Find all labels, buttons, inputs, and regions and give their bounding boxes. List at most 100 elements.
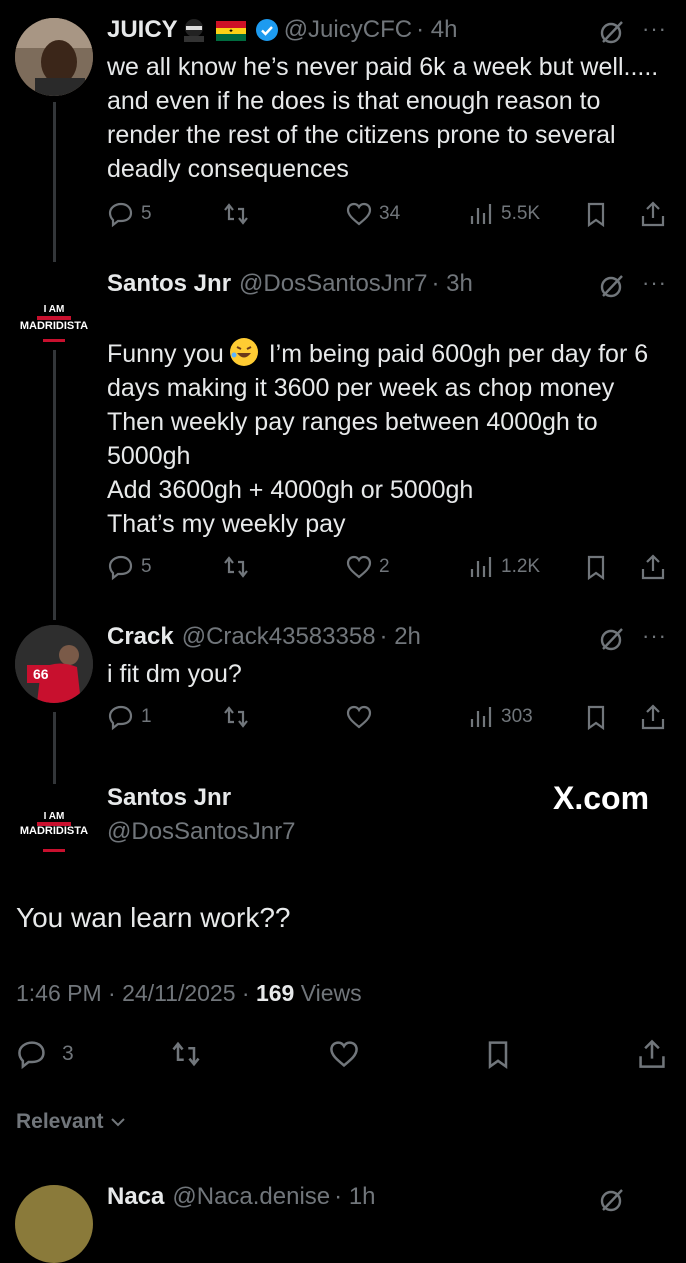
- avatar[interactable]: I AM MADRIDISTA: [15, 787, 93, 865]
- bookmark-icon: [587, 705, 605, 731]
- author-handle[interactable]: @DosSantosJnr7: [239, 270, 427, 298]
- author-handle[interactable]: @Naca.denise: [172, 1183, 330, 1211]
- chevron-down-icon: [110, 1118, 125, 1127]
- share-button[interactable]: [639, 703, 667, 731]
- view-count: 5.5K: [501, 203, 541, 224]
- ghana-flag-icon: [215, 20, 246, 41]
- post-time[interactable]: 1:46 PM: [16, 980, 102, 1006]
- more-options-icon[interactable]: ···: [642, 623, 667, 649]
- repost-icon: [172, 1041, 200, 1067]
- bookmark-button[interactable]: [582, 553, 610, 581]
- avatar-label-bottom: MADRIDISTA: [20, 825, 88, 837]
- sort-label: Relevant: [16, 1110, 104, 1133]
- share-icon: [641, 201, 665, 227]
- reply-button[interactable]: 5: [107, 200, 152, 228]
- share-button[interactable]: [639, 553, 667, 581]
- author-handle[interactable]: @DosSantosJnr7: [107, 818, 295, 846]
- heart-icon: [346, 202, 372, 226]
- view-count: 303: [501, 706, 533, 727]
- views-icon: [470, 204, 492, 224]
- avatar-label-top: I AM: [44, 811, 65, 822]
- views-icon: [470, 557, 492, 577]
- avatar[interactable]: [15, 18, 93, 96]
- like-button[interactable]: [345, 703, 373, 731]
- sort-dropdown[interactable]: Relevant: [16, 1110, 128, 1134]
- reply-button[interactable]: 3: [16, 1038, 74, 1070]
- grok-icon[interactable]: [598, 18, 626, 46]
- author-name[interactable]: Crack: [107, 623, 174, 651]
- views-button[interactable]: 5.5K: [467, 200, 540, 228]
- views-label: Views: [300, 980, 362, 1006]
- reply-count: 3: [62, 1042, 74, 1065]
- heart-icon: [330, 1041, 358, 1068]
- thread-line: [53, 712, 56, 784]
- share-icon: [641, 704, 665, 730]
- author-name[interactable]: Santos Jnr: [107, 270, 231, 298]
- author-name[interactable]: Santos Jnr: [107, 784, 231, 812]
- bookmark-button[interactable]: [482, 1038, 514, 1070]
- reply-count: 5: [141, 203, 152, 224]
- views-button[interactable]: 1.2K: [467, 553, 540, 581]
- repost-button[interactable]: [222, 553, 250, 581]
- post-text-rest: I’m being paid 600gh per day for 6 days …: [107, 340, 649, 538]
- more-options-icon[interactable]: ···: [642, 16, 667, 42]
- post-text-start: Funny you: [107, 340, 224, 368]
- bookmark-button[interactable]: [582, 200, 610, 228]
- post-meta: 1:46 PM · 24/11/2025 · 169 Views: [16, 980, 362, 1006]
- action-bar: 3: [16, 1038, 666, 1072]
- post-text: You wan learn work??: [16, 902, 291, 933]
- bookmark-icon: [587, 202, 605, 228]
- reply-count: 5: [141, 556, 152, 577]
- repost-button[interactable]: [222, 703, 250, 731]
- share-icon: [639, 1039, 665, 1068]
- reply-button[interactable]: 5: [107, 553, 152, 581]
- reply-count: 1: [141, 706, 152, 727]
- author-name[interactable]: Naca: [107, 1183, 164, 1211]
- post-time: · 4h: [416, 16, 458, 43]
- author-handle[interactable]: @JuicyCFC: [284, 16, 412, 44]
- avatar-number: 66: [33, 666, 49, 682]
- thread-line: [53, 350, 56, 620]
- views-button[interactable]: 303: [467, 703, 533, 731]
- ninja-emoji-icon: [180, 18, 208, 42]
- grok-icon[interactable]: [598, 1186, 626, 1214]
- bookmark-button[interactable]: [582, 703, 610, 731]
- share-icon: [641, 554, 665, 580]
- avatar-label-bottom: MADRIDISTA: [20, 320, 88, 332]
- like-button[interactable]: [328, 1038, 360, 1070]
- avatar[interactable]: [15, 1185, 93, 1263]
- like-count: 2: [379, 556, 390, 577]
- repost-icon: [224, 706, 248, 728]
- action-bar: 5 2 1.2K: [107, 553, 667, 583]
- bookmark-icon: [488, 1041, 508, 1070]
- grok-icon[interactable]: [598, 272, 626, 300]
- repost-button[interactable]: [222, 200, 250, 228]
- post-time: · 1h: [334, 1183, 376, 1210]
- repost-button[interactable]: [170, 1038, 202, 1070]
- like-count: 34: [379, 203, 401, 224]
- laughing-emoji-icon: [229, 338, 258, 366]
- like-button[interactable]: 34: [345, 200, 400, 228]
- share-button[interactable]: [636, 1038, 668, 1070]
- reply-icon: [108, 705, 133, 731]
- avatar[interactable]: 66: [15, 625, 93, 703]
- post-date[interactable]: 24/11/2025: [122, 980, 235, 1006]
- avatar-label-top: I AM: [44, 304, 65, 315]
- like-button[interactable]: 2: [345, 553, 390, 581]
- post-text: we all know he’s never paid 6k a week bu…: [107, 53, 659, 183]
- avatar[interactable]: I AM MADRIDISTA: [15, 272, 93, 350]
- grok-icon[interactable]: [598, 625, 626, 653]
- more-options-icon[interactable]: ···: [642, 270, 667, 296]
- heart-icon: [346, 705, 372, 729]
- bookmark-icon: [587, 555, 605, 581]
- reply-icon: [18, 1041, 45, 1070]
- reply-button[interactable]: 1: [107, 703, 152, 731]
- heart-icon: [346, 555, 372, 579]
- author-name[interactable]: JUICY: [107, 16, 178, 44]
- action-bar: 5 34 5.5K: [107, 200, 667, 230]
- author-handle[interactable]: @Crack43583358: [182, 623, 376, 651]
- post-time: · 3h: [431, 270, 473, 297]
- reply-icon: [108, 202, 133, 228]
- share-button[interactable]: [639, 200, 667, 228]
- reply-icon: [108, 555, 133, 581]
